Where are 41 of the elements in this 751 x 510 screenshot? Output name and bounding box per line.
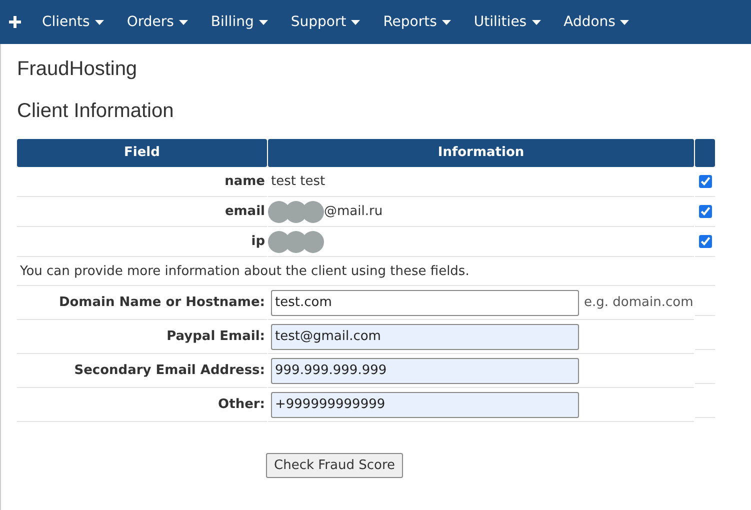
caret-icon [442,20,451,24]
site-title: FraudHosting [17,58,138,81]
nav-menu[interactable]: Clients [42,14,104,30]
field-name: ip [17,227,267,257]
nav-menu[interactable]: Support [290,14,360,30]
field-label: Paypal Email: [17,320,267,354]
hint-text: e.g. domain.com [584,295,694,310]
check-fraud-score-button[interactable]: Check Fraud Score [266,453,403,478]
field-label: Other: [17,388,267,422]
nav-menu[interactable]: Reports [383,14,451,30]
input-field[interactable]: test@gmail.com [271,324,579,350]
input-field[interactable]: +999999999999 [271,392,579,418]
field-label: Domain Name or Hostname: [17,286,267,320]
checkbox[interactable] [698,205,712,218]
caret-icon [258,20,268,24]
nav-menu[interactable]: Utilities [474,14,541,30]
field-name: email [17,197,267,227]
caret-icon [620,20,630,24]
caret-icon [178,20,188,24]
input-field[interactable]: test.com [271,290,579,316]
info-text: You can provide more information about the client using these fields. [20,264,470,278]
nav-menu[interactable]: Orders [126,14,188,30]
column-header: Information [268,139,694,167]
caret-icon [351,20,360,24]
checkbox[interactable] [698,235,712,248]
section-heading: Client Information [17,100,175,123]
column-header: Field [17,139,267,167]
nav-menu[interactable]: Addons [564,14,630,30]
field-label: Secondary Email Address: [17,354,267,388]
add-icon[interactable] [8,15,22,29]
field-value: @mail.ru [324,204,383,219]
column-header [695,139,715,167]
field-value: test test [271,174,326,189]
input-field[interactable]: 999.999.999.999 [271,358,579,384]
redaction-marks [268,200,324,222]
redaction-marks [268,230,324,252]
caret-icon [532,20,541,24]
checkbox[interactable] [698,175,712,188]
field-name: name [17,167,267,197]
caret-icon [94,20,104,24]
nav-menu[interactable]: Billing [210,14,268,30]
